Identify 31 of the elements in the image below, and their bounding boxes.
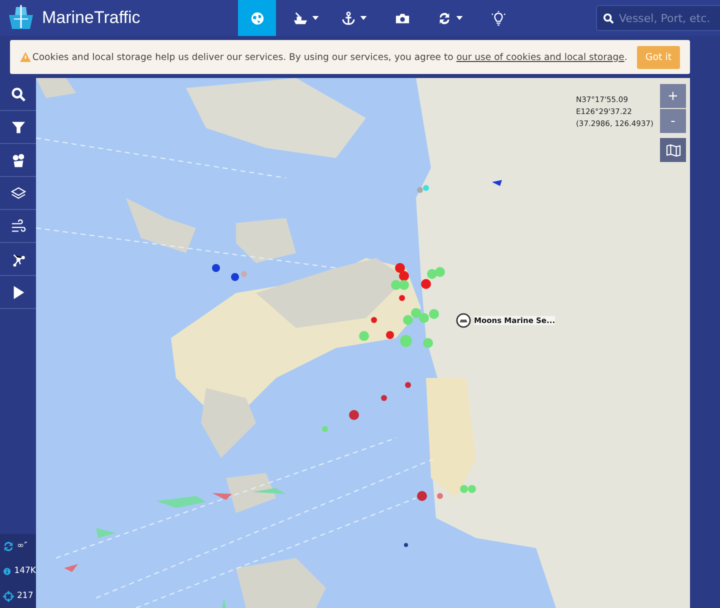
filter-icon xyxy=(10,120,26,134)
cookie-message: Cookies and local storage help us deliver our services. By using our services, you agree to xyxy=(32,52,454,62)
caret-icon xyxy=(312,16,319,20)
caret-icon xyxy=(360,16,367,20)
sync-icon xyxy=(437,10,452,26)
zoom-out-button[interactable]: - xyxy=(660,109,686,133)
info-icon xyxy=(3,566,12,576)
anchor-icon xyxy=(341,10,356,26)
wind-icon xyxy=(10,218,26,234)
map-type-button[interactable] xyxy=(660,138,686,162)
refresh-icon xyxy=(3,540,14,552)
stat-value: 217 xyxy=(17,591,34,601)
layers-icon xyxy=(10,186,26,200)
zoom-in-button[interactable]: + xyxy=(660,84,686,108)
cookie-message-end: . xyxy=(624,52,628,62)
globe-icon xyxy=(250,10,264,26)
search-field[interactable]: Vessel, Port, etc. xyxy=(596,5,720,31)
stat-value: ∞″ xyxy=(17,541,28,551)
fleet-icon xyxy=(10,152,26,168)
crosshair-icon xyxy=(3,590,14,602)
lightbulb-icon xyxy=(490,10,506,26)
port-icon xyxy=(456,313,471,328)
stat-value: 147K xyxy=(14,566,36,576)
ship-icon xyxy=(293,10,308,26)
cookie-policy-link[interactable]: our use of cookies and local storage xyxy=(456,52,624,62)
warning-icon xyxy=(20,52,32,62)
caret-icon xyxy=(456,16,463,20)
logo-text[interactable]: MarineTraffic xyxy=(42,8,140,28)
search-icon xyxy=(10,86,26,102)
network-icon xyxy=(10,252,26,266)
map-icon xyxy=(666,144,680,156)
